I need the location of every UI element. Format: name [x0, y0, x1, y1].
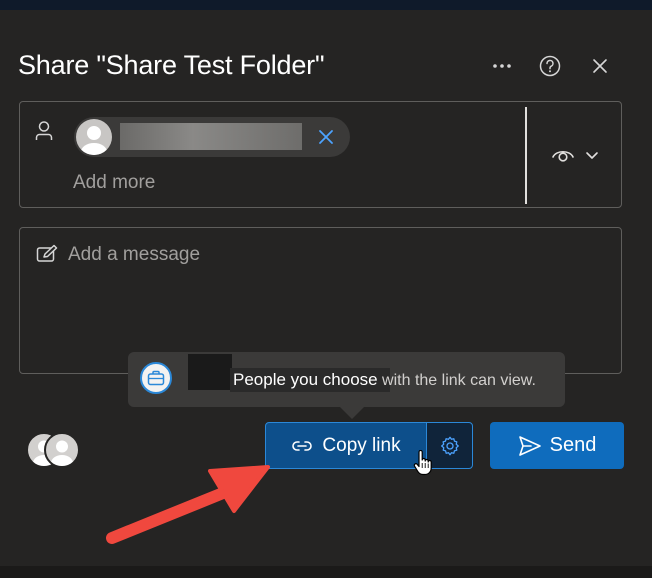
copy-link-label: Copy link [322, 434, 401, 456]
close-icon [593, 59, 607, 73]
close-button[interactable] [584, 50, 616, 82]
tooltip-text-rest: with the link can view. [377, 372, 536, 389]
annotation-arrow [106, 465, 270, 544]
close-icon [319, 130, 333, 144]
tooltip-pointer [338, 405, 366, 419]
shared-with-avatars[interactable] [26, 432, 80, 468]
copy-link-button[interactable]: Copy link [265, 422, 427, 469]
help-icon [539, 55, 561, 77]
person-icon [34, 120, 54, 147]
chevron-down-icon [586, 152, 598, 159]
dialog-title: Share "Share Test Folder" [18, 50, 325, 80]
eye-icon [552, 150, 574, 162]
tooltip-text-main: People you choose [233, 370, 378, 389]
divider [525, 107, 527, 204]
permission-dropdown[interactable] [540, 135, 610, 175]
edit-icon [36, 244, 58, 269]
send-button[interactable]: Send [490, 422, 624, 469]
ellipsis-icon [493, 64, 511, 68]
help-button[interactable] [534, 50, 566, 82]
hand-cursor-icon [412, 449, 436, 481]
message-input[interactable] [68, 241, 588, 269]
redacted-area [188, 354, 232, 390]
more-options-button[interactable] [486, 50, 518, 82]
link-icon [292, 440, 313, 451]
add-more-input[interactable]: Add more [73, 172, 155, 194]
recipient-chip[interactable] [74, 117, 350, 157]
avatar [76, 119, 112, 155]
remove-recipient-button[interactable] [314, 125, 338, 149]
gear-icon [440, 436, 459, 455]
send-label: Send [549, 434, 597, 456]
send-icon [518, 435, 541, 456]
top-strip [0, 0, 652, 10]
briefcase-icon [140, 362, 172, 394]
redacted-recipient-name [120, 123, 302, 150]
bottom-strip [0, 566, 652, 578]
avatar [44, 432, 80, 468]
tooltip-text: People you choose with the link can view… [233, 370, 536, 390]
